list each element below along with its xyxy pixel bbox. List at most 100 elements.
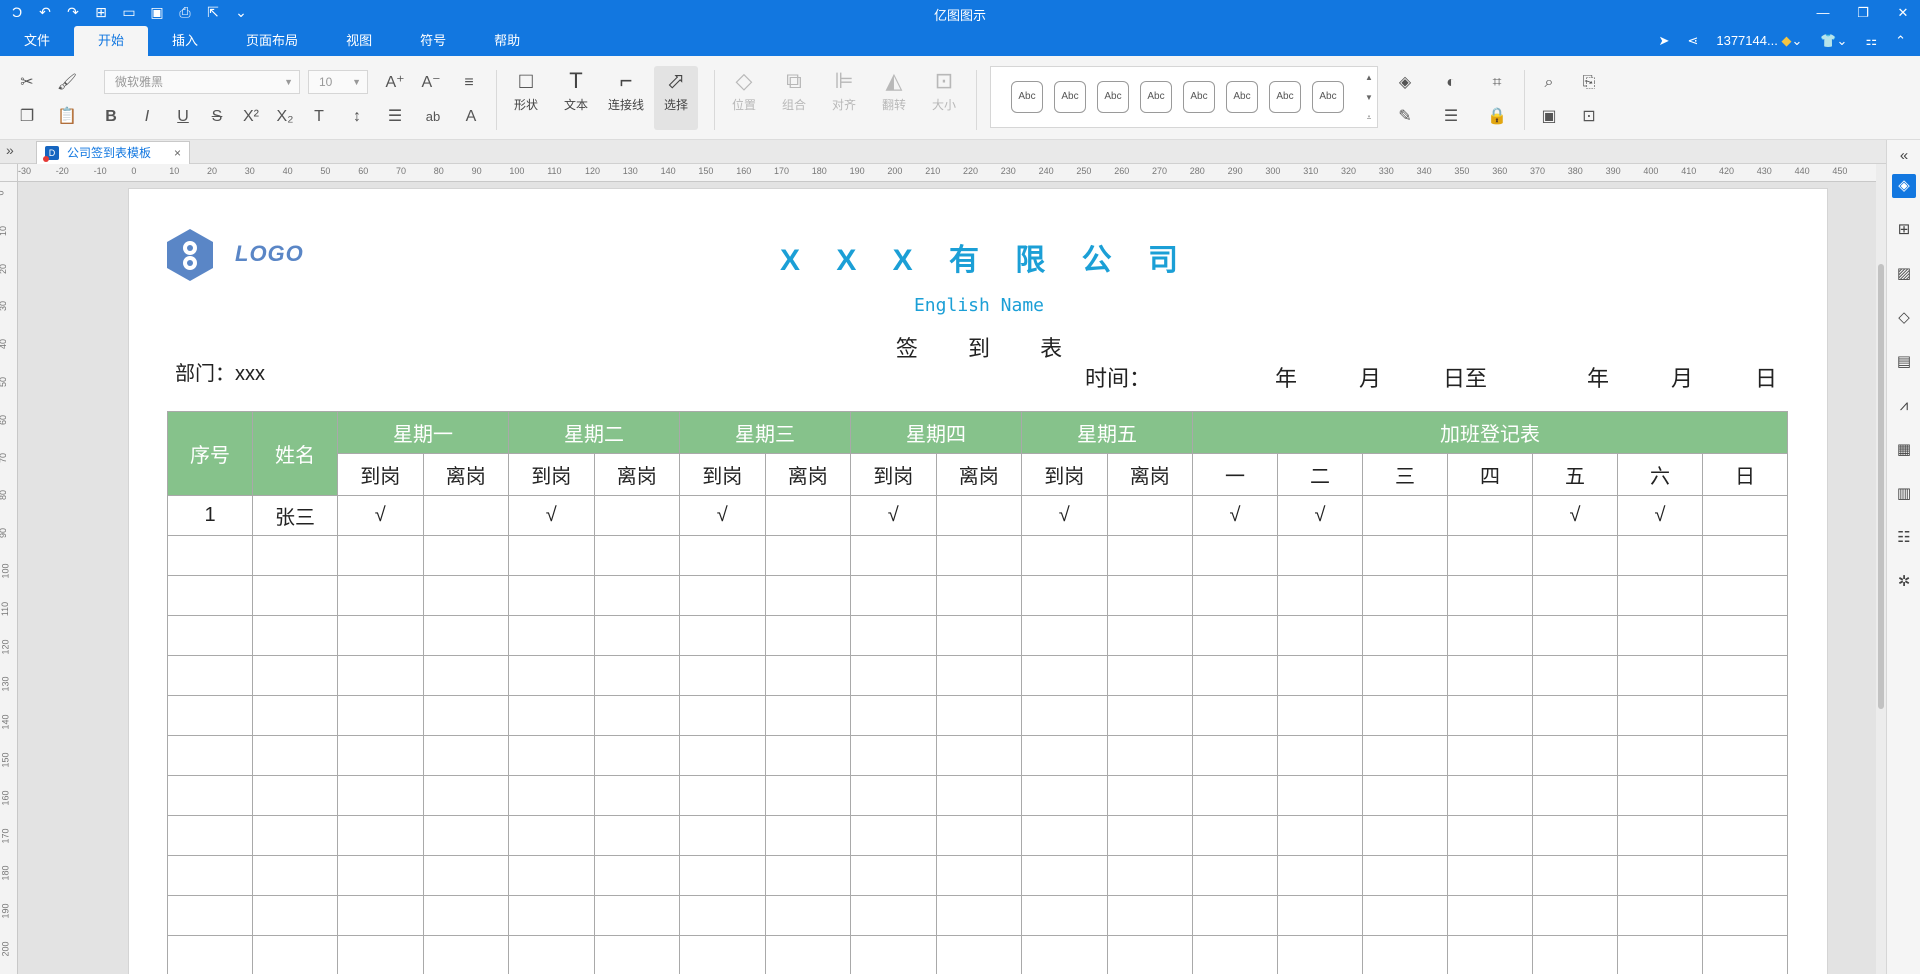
font-size-select[interactable]: 10 ▼ xyxy=(308,70,368,94)
style-preset-6[interactable]: Abc xyxy=(1269,81,1301,113)
table-cell[interactable] xyxy=(167,535,253,576)
table-cell[interactable] xyxy=(1447,495,1533,536)
table-row[interactable] xyxy=(167,855,1788,896)
table-cell[interactable] xyxy=(167,695,253,736)
table-cell[interactable] xyxy=(167,895,253,936)
format-painter-icon[interactable]: 🖌 xyxy=(54,70,80,96)
table-cell[interactable] xyxy=(252,855,338,896)
table-cell[interactable] xyxy=(850,695,937,736)
table-cell[interactable] xyxy=(1277,535,1363,576)
table-cell[interactable] xyxy=(1617,535,1703,576)
table-cell[interactable] xyxy=(1106,655,1193,696)
table-cell[interactable] xyxy=(1277,775,1363,816)
table-cell[interactable] xyxy=(1702,735,1788,776)
table-cell[interactable] xyxy=(1362,855,1448,896)
theme-shirt-icon[interactable]: 👕⌄ xyxy=(1820,30,1847,52)
table-cell[interactable] xyxy=(1277,895,1363,936)
table-panel-icon[interactable]: ▦ xyxy=(1892,438,1916,462)
table-cell[interactable] xyxy=(1277,855,1363,896)
table-cell[interactable] xyxy=(1617,655,1703,696)
table-cell[interactable] xyxy=(1106,535,1193,576)
table-cell[interactable] xyxy=(1106,815,1193,856)
table-cell[interactable] xyxy=(1702,775,1788,816)
table-cell[interactable] xyxy=(1702,855,1788,896)
lock-icon[interactable]: 🔒 xyxy=(1484,104,1510,130)
apps-grid-icon[interactable]: ⚏ xyxy=(1865,30,1877,52)
tool-button-2[interactable]: ⌐ 连接线 xyxy=(604,66,648,130)
table-cell[interactable] xyxy=(1617,815,1703,856)
attendance-table[interactable]: 序号 姓名 星期一 星期二 星期三 星期四 星期五 加班登记表 到岗 离岗 到岗 离岗 到岗 离岗 到岗 离岗… xyxy=(167,411,1788,974)
table-cell[interactable]: √ xyxy=(508,495,595,536)
table-cell[interactable] xyxy=(1447,695,1533,736)
table-cell[interactable] xyxy=(764,935,851,974)
table-cell[interactable] xyxy=(422,495,509,536)
table-cell[interactable] xyxy=(764,775,851,816)
superscript-icon[interactable]: X² xyxy=(238,104,264,130)
table-cell[interactable] xyxy=(764,535,851,576)
table-cell[interactable] xyxy=(1192,775,1278,816)
table-cell[interactable] xyxy=(1532,775,1618,816)
table-cell[interactable] xyxy=(1277,695,1363,736)
table-cell[interactable] xyxy=(252,895,338,936)
format-panel-icon[interactable]: ☷ xyxy=(1892,526,1916,550)
table-cell[interactable] xyxy=(1702,815,1788,856)
crop-icon[interactable]: ⌗ xyxy=(1484,70,1510,96)
table-cell[interactable] xyxy=(337,895,424,936)
table-cell[interactable]: √ xyxy=(1532,495,1618,536)
table-cell[interactable] xyxy=(1447,895,1533,936)
arrange-button-3[interactable]: ◭ 翻转 xyxy=(872,66,916,130)
tool-button-3[interactable]: ⬀ 选择 xyxy=(654,66,698,130)
table-cell[interactable] xyxy=(1021,695,1108,736)
table-cell[interactable] xyxy=(1702,535,1788,576)
menu-tab-0[interactable]: 文件 xyxy=(0,26,74,56)
table-row[interactable] xyxy=(167,535,1788,576)
table-cell[interactable] xyxy=(1021,615,1108,656)
table-row[interactable] xyxy=(167,815,1788,856)
table-cell[interactable] xyxy=(422,855,509,896)
image-panel-icon[interactable]: ▨ xyxy=(1892,262,1916,286)
shapes-panel-icon[interactable]: ⊞ xyxy=(1892,218,1916,242)
table-cell[interactable] xyxy=(1192,575,1278,616)
table-cell[interactable] xyxy=(679,655,766,696)
table-row[interactable] xyxy=(167,695,1788,736)
table-cell[interactable] xyxy=(252,775,338,816)
table-row[interactable] xyxy=(167,575,1788,616)
table-cell[interactable] xyxy=(679,575,766,616)
table-cell[interactable] xyxy=(764,815,851,856)
table-cell[interactable] xyxy=(1362,615,1448,656)
text-case-icon[interactable]: ab xyxy=(420,104,446,130)
table-cell[interactable] xyxy=(1106,855,1193,896)
table-cell[interactable] xyxy=(593,695,680,736)
arrange-button-4[interactable]: ⊡ 大小 xyxy=(922,66,966,130)
table-row[interactable] xyxy=(167,655,1788,696)
table-cell[interactable] xyxy=(935,935,1022,974)
table-cell[interactable] xyxy=(593,735,680,776)
table-row[interactable] xyxy=(167,615,1788,656)
table-cell[interactable] xyxy=(850,815,937,856)
font-color-icon[interactable]: A xyxy=(458,104,484,130)
tool-button-0[interactable]: □ 形状 xyxy=(504,66,548,130)
copy-icon[interactable]: ❐ xyxy=(14,104,40,130)
table-cell[interactable] xyxy=(593,615,680,656)
table-cell[interactable] xyxy=(764,615,851,656)
table-cell[interactable] xyxy=(764,855,851,896)
table-cell[interactable] xyxy=(1532,535,1618,576)
table-cell[interactable] xyxy=(850,655,937,696)
shadow-icon[interactable]: ◐ xyxy=(1438,70,1464,96)
table-cell[interactable] xyxy=(1702,895,1788,936)
table-cell[interactable] xyxy=(508,535,595,576)
menu-tab-2[interactable]: 插入 xyxy=(148,26,222,56)
vertical-scrollbar[interactable] xyxy=(1876,164,1886,974)
text-format-icon[interactable]: T xyxy=(306,104,332,130)
table-cell[interactable] xyxy=(337,535,424,576)
table-cell[interactable] xyxy=(422,655,509,696)
table-cell[interactable] xyxy=(508,615,595,656)
fill-panel-icon[interactable]: ◈ xyxy=(1892,174,1916,198)
table-cell[interactable] xyxy=(1021,815,1108,856)
maximize-button[interactable]: ❐ xyxy=(1852,2,1874,24)
table-cell[interactable] xyxy=(1447,815,1533,856)
table-cell[interactable] xyxy=(1362,535,1448,576)
navigator-panel-icon[interactable]: ✲ xyxy=(1892,570,1916,594)
table-cell[interactable] xyxy=(593,775,680,816)
subscript-icon[interactable]: X₂ xyxy=(272,104,298,130)
